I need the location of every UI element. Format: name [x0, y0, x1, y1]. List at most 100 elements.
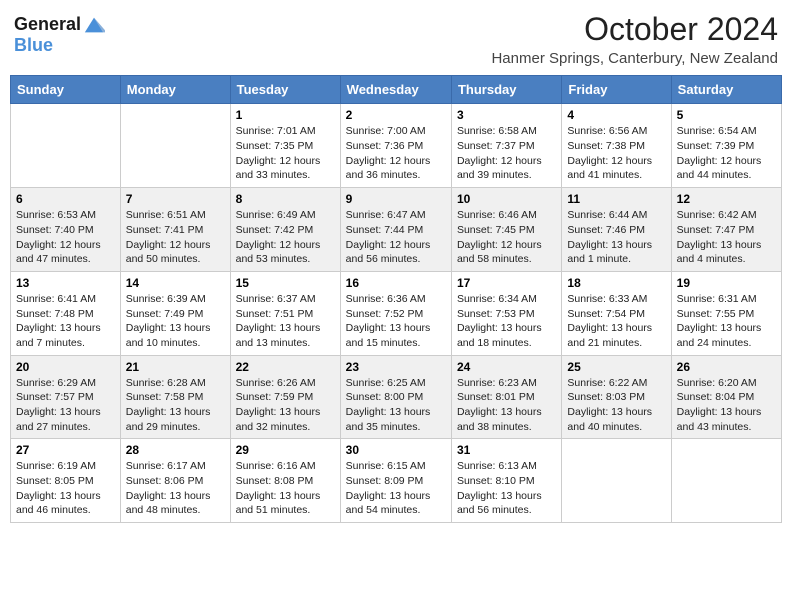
day-info: Sunrise: 7:00 AMSunset: 7:36 PMDaylight:… — [346, 124, 446, 183]
table-row: 6 Sunrise: 6:53 AMSunset: 7:40 PMDaylight… — [11, 188, 121, 272]
col-wednesday: Wednesday — [340, 76, 451, 104]
table-row: 16Sunrise: 6:36 AMSunset: 7:52 PMDayligh… — [340, 271, 451, 355]
day-info: Sunrise: 6:39 AMSunset: 7:49 PMDaylight:… — [126, 292, 225, 351]
day-number: 6 — [16, 192, 115, 206]
table-row — [120, 104, 230, 188]
day-info: Sunrise: 6:49 AMSunset: 7:42 PMDaylight:… — [236, 208, 335, 267]
day-info: Sunrise: 6:26 AMSunset: 7:59 PMDaylight:… — [236, 376, 335, 435]
table-row: 15 Sunrise: 6:37 AMSunset: 7:51 PMDayligh… — [230, 271, 340, 355]
logo: General Blue — [14, 14, 105, 56]
day-number: 12 — [677, 192, 776, 206]
day-number: 7 — [126, 192, 225, 206]
table-row: 31Sunrise: 6:13 AMSunset: 8:10 PMDayligh… — [451, 439, 561, 523]
col-thursday: Thursday — [451, 76, 561, 104]
day-info: Sunrise: 6:19 AMSunset: 8:05 PMDaylight:… — [16, 459, 115, 518]
table-row: 10 Sunrise: 6:46 AMSunset: 7:45 PMDayligh… — [451, 188, 561, 272]
table-row: 2 Sunrise: 7:00 AMSunset: 7:36 PMDaylight… — [340, 104, 451, 188]
table-row — [562, 439, 671, 523]
day-info: Sunrise: 6:56 AMSunset: 7:38 PMDaylight:… — [567, 124, 665, 183]
day-info: Sunrise: 6:20 AMSunset: 8:04 PMDaylight:… — [677, 376, 776, 435]
table-row: 25Sunrise: 6:22 AMSunset: 8:03 PMDayligh… — [562, 355, 671, 439]
calendar-header-row: Sunday Monday Tuesday Wednesday Thursday… — [11, 76, 782, 104]
calendar-week-row: 27 Sunrise: 6:19 AMSunset: 8:05 PMDayligh… — [11, 439, 782, 523]
day-info: Sunrise: 6:58 AMSunset: 7:37 PMDaylight:… — [457, 124, 556, 183]
table-row: 9 Sunrise: 6:47 AMSunset: 7:44 PMDaylight… — [340, 188, 451, 272]
calendar-week-row: 13Sunrise: 6:41 AMSunset: 7:48 PMDayligh… — [11, 271, 782, 355]
col-sunday: Sunday — [11, 76, 121, 104]
day-number: 24 — [457, 360, 556, 374]
col-friday: Friday — [562, 76, 671, 104]
day-info: Sunrise: 6:16 AMSunset: 8:08 PMDaylight:… — [236, 459, 335, 518]
table-row: 23 Sunrise: 6:25 AMSunset: 8:00 PMDayligh… — [340, 355, 451, 439]
day-info: Sunrise: 6:54 AMSunset: 7:39 PMDaylight:… — [677, 124, 776, 183]
table-row: 5 Sunrise: 6:54 AMSunset: 7:39 PMDaylight… — [671, 104, 781, 188]
day-number: 21 — [126, 360, 225, 374]
day-info: Sunrise: 6:17 AMSunset: 8:06 PMDaylight:… — [126, 459, 225, 518]
day-number: 26 — [677, 360, 776, 374]
day-number: 25 — [567, 360, 665, 374]
day-info: Sunrise: 6:34 AMSunset: 7:53 PMDaylight:… — [457, 292, 556, 351]
day-number: 10 — [457, 192, 556, 206]
table-row: 11 Sunrise: 6:44 AMSunset: 7:46 PMDayligh… — [562, 188, 671, 272]
logo-icon — [83, 14, 105, 36]
day-info: Sunrise: 6:47 AMSunset: 7:44 PMDaylight:… — [346, 208, 446, 267]
calendar-week-row: 1Sunrise: 7:01 AMSunset: 7:35 PMDaylight… — [11, 104, 782, 188]
col-tuesday: Tuesday — [230, 76, 340, 104]
day-info: Sunrise: 6:51 AMSunset: 7:41 PMDaylight:… — [126, 208, 225, 267]
day-info: Sunrise: 6:28 AMSunset: 7:58 PMDaylight:… — [126, 376, 225, 435]
table-row: 24Sunrise: 6:23 AMSunset: 8:01 PMDayligh… — [451, 355, 561, 439]
table-row: 19 Sunrise: 6:31 AMSunset: 7:55 PMDayligh… — [671, 271, 781, 355]
calendar-week-row: 6 Sunrise: 6:53 AMSunset: 7:40 PMDaylight… — [11, 188, 782, 272]
logo-general: General — [14, 15, 81, 35]
day-number: 16 — [346, 276, 446, 290]
day-number: 22 — [236, 360, 335, 374]
day-info: Sunrise: 6:29 AMSunset: 7:57 PMDaylight:… — [16, 376, 115, 435]
day-info: Sunrise: 6:46 AMSunset: 7:45 PMDaylight:… — [457, 208, 556, 267]
day-info: Sunrise: 6:25 AMSunset: 8:00 PMDaylight:… — [346, 376, 446, 435]
day-number: 11 — [567, 192, 665, 206]
calendar-week-row: 20Sunrise: 6:29 AMSunset: 7:57 PMDayligh… — [11, 355, 782, 439]
day-info: Sunrise: 6:33 AMSunset: 7:54 PMDaylight:… — [567, 292, 665, 351]
table-row: 26 Sunrise: 6:20 AMSunset: 8:04 PMDayligh… — [671, 355, 781, 439]
day-number: 8 — [236, 192, 335, 206]
table-row: 3Sunrise: 6:58 AMSunset: 7:37 PMDaylight… — [451, 104, 561, 188]
table-row: 27 Sunrise: 6:19 AMSunset: 8:05 PMDayligh… — [11, 439, 121, 523]
day-number: 18 — [567, 276, 665, 290]
col-monday: Monday — [120, 76, 230, 104]
day-number: 1 — [236, 108, 335, 122]
day-number: 13 — [16, 276, 115, 290]
day-number: 2 — [346, 108, 446, 122]
day-info: Sunrise: 6:44 AMSunset: 7:46 PMDaylight:… — [567, 208, 665, 267]
table-row: 13Sunrise: 6:41 AMSunset: 7:48 PMDayligh… — [11, 271, 121, 355]
col-saturday: Saturday — [671, 76, 781, 104]
day-number: 27 — [16, 443, 115, 457]
table-row: 1Sunrise: 7:01 AMSunset: 7:35 PMDaylight… — [230, 104, 340, 188]
logo-blue: Blue — [14, 35, 53, 55]
day-number: 23 — [346, 360, 446, 374]
day-number: 29 — [236, 443, 335, 457]
day-number: 19 — [677, 276, 776, 290]
table-row: 12 Sunrise: 6:42 AMSunset: 7:47 PMDayligh… — [671, 188, 781, 272]
subtitle: Hanmer Springs, Canterbury, New Zealand — [491, 50, 778, 67]
day-info: Sunrise: 6:42 AMSunset: 7:47 PMDaylight:… — [677, 208, 776, 267]
title-block: October 2024 Hanmer Springs, Canterbury,… — [491, 10, 778, 67]
table-row: 30 Sunrise: 6:15 AMSunset: 8:09 PMDayligh… — [340, 439, 451, 523]
day-info: Sunrise: 6:53 AMSunset: 7:40 PMDaylight:… — [16, 208, 115, 267]
table-row — [11, 104, 121, 188]
table-row: 28Sunrise: 6:17 AMSunset: 8:06 PMDayligh… — [120, 439, 230, 523]
table-row — [671, 439, 781, 523]
day-number: 5 — [677, 108, 776, 122]
table-row: 22 Sunrise: 6:26 AMSunset: 7:59 PMDayligh… — [230, 355, 340, 439]
day-info: Sunrise: 6:15 AMSunset: 8:09 PMDaylight:… — [346, 459, 446, 518]
day-number: 15 — [236, 276, 335, 290]
table-row: 4Sunrise: 6:56 AMSunset: 7:38 PMDaylight… — [562, 104, 671, 188]
table-row: 29 Sunrise: 6:16 AMSunset: 8:08 PMDayligh… — [230, 439, 340, 523]
day-number: 9 — [346, 192, 446, 206]
table-row: 8 Sunrise: 6:49 AMSunset: 7:42 PMDaylight… — [230, 188, 340, 272]
day-info: Sunrise: 6:31 AMSunset: 7:55 PMDaylight:… — [677, 292, 776, 351]
table-row: 21 Sunrise: 6:28 AMSunset: 7:58 PMDayligh… — [120, 355, 230, 439]
calendar-table: Sunday Monday Tuesday Wednesday Thursday… — [10, 75, 782, 523]
day-number: 30 — [346, 443, 446, 457]
table-row: 14Sunrise: 6:39 AMSunset: 7:49 PMDayligh… — [120, 271, 230, 355]
day-info: Sunrise: 6:37 AMSunset: 7:51 PMDaylight:… — [236, 292, 335, 351]
